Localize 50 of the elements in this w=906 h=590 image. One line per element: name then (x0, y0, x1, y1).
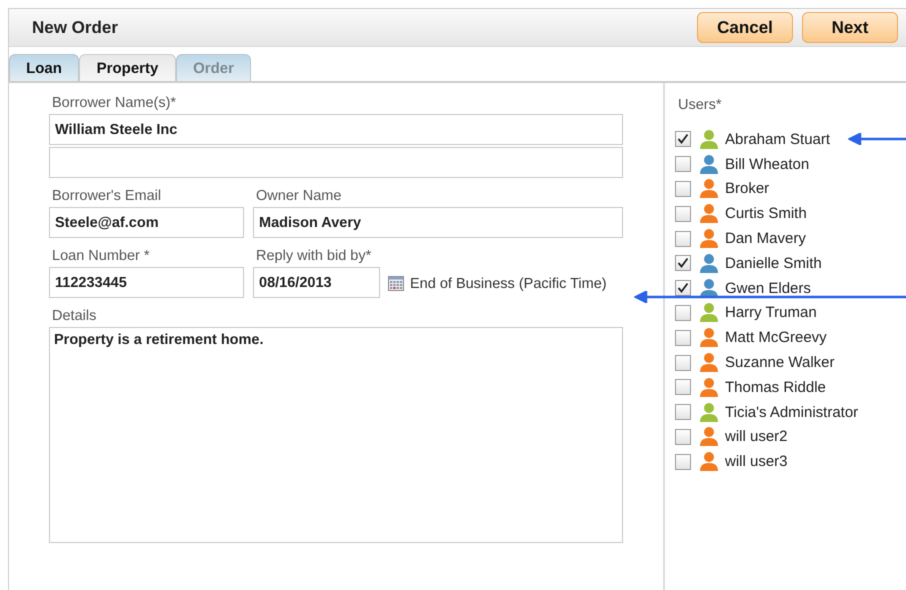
checkbox[interactable] (675, 454, 691, 470)
checkbox[interactable] (675, 304, 691, 321)
input-field[interactable]: 08/16/2013 (253, 267, 380, 298)
window-title: New Order (32, 18, 118, 38)
field-label: Users* (678, 97, 723, 113)
action-button[interactable]: Next (802, 12, 898, 43)
input-field[interactable]: Steele@af.com (49, 207, 244, 238)
checkbox[interactable] (675, 255, 691, 272)
user-name: Matt McGreevy (725, 329, 827, 346)
user-name: Harry Truman (725, 304, 817, 322)
input-field[interactable]: Madison Avery (253, 207, 623, 238)
deadline-note: End of Business (Pacific Time) (410, 276, 607, 292)
input-field[interactable]: 112233445 (49, 267, 244, 298)
checkbox[interactable] (675, 354, 691, 371)
field-label: Borrower's Email (52, 188, 162, 204)
field-label: Owner Name (256, 188, 342, 204)
user-name: Bill Wheaton (725, 156, 810, 173)
checkbox[interactable] (675, 131, 691, 148)
checkbox[interactable] (675, 206, 691, 222)
tab[interactable]: Property (79, 54, 176, 81)
details-field[interactable]: Property is a retirement home. (49, 327, 623, 543)
user-name: Broker (725, 180, 770, 198)
user-name: Dan Mavery (725, 230, 806, 248)
user-name: Gwen Elders (725, 280, 811, 297)
checkbox[interactable] (675, 156, 691, 172)
user-name: Ticia's Administrator (725, 404, 858, 421)
user-name: will user2 (725, 428, 788, 446)
user-name: Thomas Riddle (725, 378, 826, 396)
field-label: Loan Number * (52, 248, 151, 264)
checkbox[interactable] (675, 379, 691, 396)
checkbox[interactable] (675, 428, 691, 445)
field-label: Reply with bid by* (256, 248, 372, 264)
calendar-icon[interactable] (388, 276, 404, 291)
checkbox[interactable] (675, 230, 691, 247)
checkbox[interactable] (675, 280, 691, 296)
checkbox[interactable] (675, 180, 691, 197)
checkbox[interactable] (675, 330, 691, 346)
user-name: Curtis Smith (725, 205, 807, 222)
input-field[interactable]: William Steele Inc (49, 114, 623, 145)
field-label: Borrower Name(s)* (52, 95, 178, 111)
tab[interactable]: Loan (9, 54, 79, 81)
field-label: Details (52, 308, 98, 324)
user-name: Abraham Stuart (725, 130, 830, 148)
user-name: Suzanne Walker (725, 354, 834, 372)
user-name: Danielle Smith (725, 254, 822, 272)
input-field[interactable] (49, 147, 623, 178)
action-button[interactable]: Cancel (697, 12, 793, 43)
arrow (848, 133, 906, 145)
checkbox[interactable] (675, 404, 691, 420)
user-name: will user3 (725, 453, 788, 470)
